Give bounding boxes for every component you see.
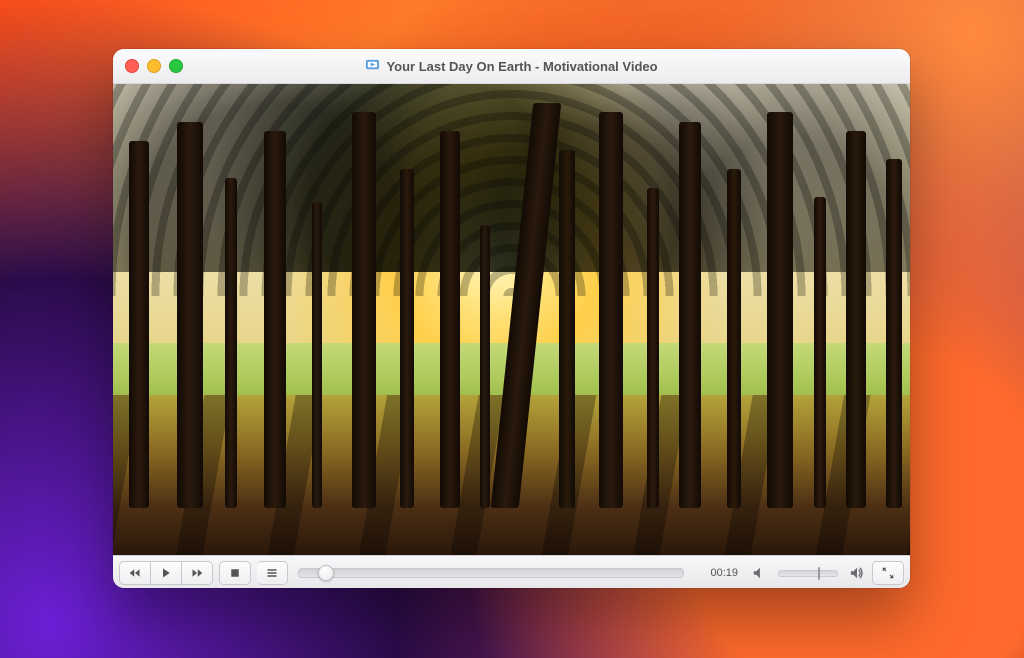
play-button[interactable] xyxy=(151,561,182,585)
playlist-button[interactable] xyxy=(257,561,288,585)
video-player-window: Your Last Day On Earth - Motivational Vi… xyxy=(113,49,910,588)
controls-bar: 00:19 xyxy=(113,555,910,588)
fullscreen-button[interactable] xyxy=(872,561,904,585)
seek-knob[interactable] xyxy=(318,565,334,581)
stop-button[interactable] xyxy=(219,561,251,585)
window-title: Your Last Day On Earth - Motivational Vi… xyxy=(386,59,657,74)
window-controls xyxy=(125,59,183,73)
seek-bar[interactable] xyxy=(294,566,688,580)
app-icon xyxy=(365,57,380,75)
video-viewport[interactable] xyxy=(113,84,910,555)
window-title-wrap: Your Last Day On Earth - Motivational Vi… xyxy=(365,57,657,75)
minimize-window-button[interactable] xyxy=(147,59,161,73)
zoom-window-button[interactable] xyxy=(169,59,183,73)
elapsed-time: 00:19 xyxy=(694,567,744,579)
mute-icon[interactable] xyxy=(750,564,768,582)
volume-slider[interactable] xyxy=(778,570,838,577)
transport-buttons xyxy=(119,561,213,585)
volume-max-icon[interactable] xyxy=(848,564,866,582)
rewind-button[interactable] xyxy=(119,561,151,585)
close-window-button[interactable] xyxy=(125,59,139,73)
fast-forward-button[interactable] xyxy=(182,561,213,585)
titlebar[interactable]: Your Last Day On Earth - Motivational Vi… xyxy=(113,49,910,84)
